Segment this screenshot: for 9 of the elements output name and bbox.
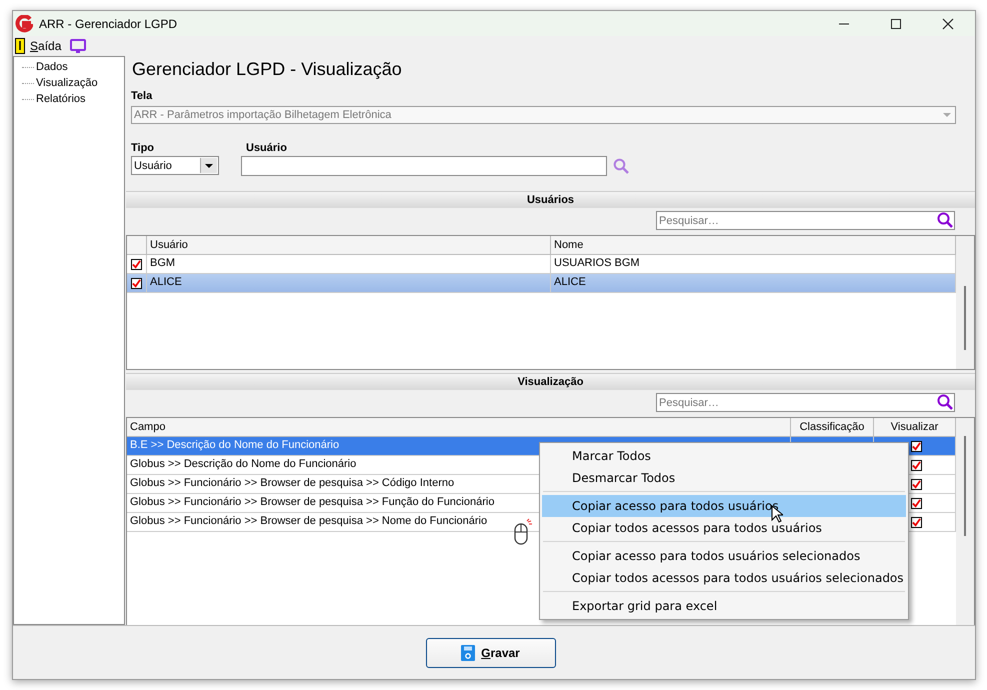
page-title: Gerenciador LGPD - Visualização (131, 58, 403, 81)
field-label: Tela (130, 89, 154, 104)
table-cell: BGM (147, 255, 551, 273)
table-cell: ALICE (147, 274, 551, 292)
field-label: Tipo (130, 141, 156, 156)
field-label: Usuário (245, 141, 288, 156)
section-header: Usuários (126, 191, 975, 208)
section-header: Visualização (126, 373, 975, 390)
window-title: ARR - Gerenciador LGPD (39, 16, 178, 30)
